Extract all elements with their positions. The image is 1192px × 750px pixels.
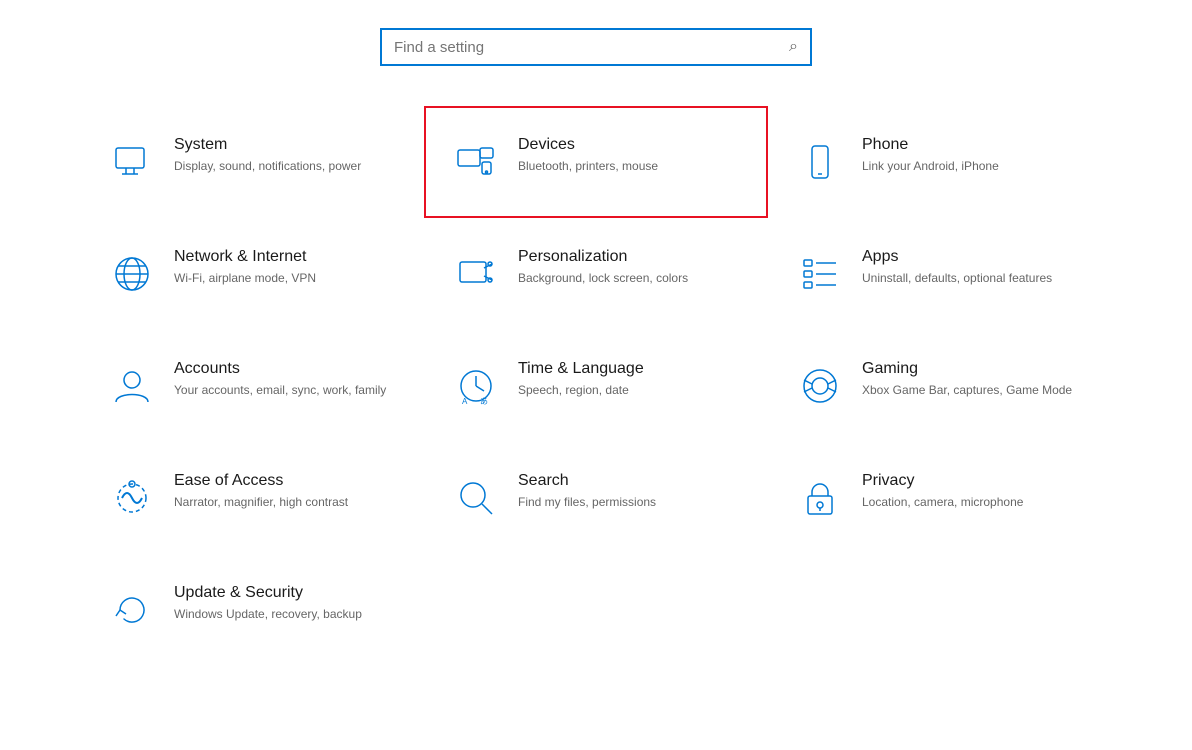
setting-text-search: Search Find my files, permissions — [518, 472, 656, 511]
setting-item-ease[interactable]: Ease of Access Narrator, magnifier, high… — [80, 442, 424, 554]
setting-desc-devices: Bluetooth, printers, mouse — [518, 158, 658, 175]
setting-title-time: Time & Language — [518, 360, 644, 378]
setting-text-ease: Ease of Access Narrator, magnifier, high… — [174, 472, 348, 511]
privacy-icon — [794, 472, 846, 524]
settings-grid: System Display, sound, notifications, po… — [0, 86, 1192, 686]
devices-icon — [450, 136, 502, 188]
setting-text-gaming: Gaming Xbox Game Bar, captures, Game Mod… — [862, 360, 1072, 399]
setting-title-network: Network & Internet — [174, 248, 316, 266]
setting-item-apps[interactable]: Apps Uninstall, defaults, optional featu… — [768, 218, 1112, 330]
setting-title-phone: Phone — [862, 136, 999, 154]
search-container: ⌕ — [0, 0, 1192, 86]
search-icon — [450, 472, 502, 524]
setting-desc-ease: Narrator, magnifier, high contrast — [174, 494, 348, 511]
setting-item-system[interactable]: System Display, sound, notifications, po… — [80, 106, 424, 218]
time-icon: A あ — [450, 360, 502, 412]
setting-text-privacy: Privacy Location, camera, microphone — [862, 472, 1023, 511]
setting-desc-update: Windows Update, recovery, backup — [174, 606, 362, 623]
system-icon — [106, 136, 158, 188]
personalization-icon — [450, 248, 502, 300]
setting-title-ease: Ease of Access — [174, 472, 348, 490]
setting-desc-search: Find my files, permissions — [518, 494, 656, 511]
setting-title-apps: Apps — [862, 248, 1052, 266]
network-icon — [106, 248, 158, 300]
setting-text-system: System Display, sound, notifications, po… — [174, 136, 361, 175]
search-box: ⌕ — [380, 28, 812, 66]
setting-text-network: Network & Internet Wi-Fi, airplane mode,… — [174, 248, 316, 287]
gaming-icon — [794, 360, 846, 412]
setting-desc-network: Wi-Fi, airplane mode, VPN — [174, 270, 316, 287]
setting-text-apps: Apps Uninstall, defaults, optional featu… — [862, 248, 1052, 287]
setting-title-devices: Devices — [518, 136, 658, 154]
setting-title-gaming: Gaming — [862, 360, 1072, 378]
setting-desc-personalization: Background, lock screen, colors — [518, 270, 688, 287]
setting-desc-privacy: Location, camera, microphone — [862, 494, 1023, 511]
setting-item-gaming[interactable]: Gaming Xbox Game Bar, captures, Game Mod… — [768, 330, 1112, 442]
search-input[interactable] — [394, 39, 789, 56]
setting-desc-apps: Uninstall, defaults, optional features — [862, 270, 1052, 287]
setting-title-system: System — [174, 136, 361, 154]
setting-item-devices[interactable]: Devices Bluetooth, printers, mouse — [424, 106, 768, 218]
ease-icon — [106, 472, 158, 524]
accounts-icon — [106, 360, 158, 412]
setting-item-accounts[interactable]: Accounts Your accounts, email, sync, wor… — [80, 330, 424, 442]
setting-text-accounts: Accounts Your accounts, email, sync, wor… — [174, 360, 386, 399]
setting-desc-time: Speech, region, date — [518, 382, 644, 399]
setting-text-phone: Phone Link your Android, iPhone — [862, 136, 999, 175]
setting-item-network[interactable]: Network & Internet Wi-Fi, airplane mode,… — [80, 218, 424, 330]
setting-text-personalization: Personalization Background, lock screen,… — [518, 248, 688, 287]
setting-text-time: Time & Language Speech, region, date — [518, 360, 644, 399]
update-icon — [106, 584, 158, 636]
setting-item-personalization[interactable]: Personalization Background, lock screen,… — [424, 218, 768, 330]
setting-text-update: Update & Security Windows Update, recove… — [174, 584, 362, 623]
setting-desc-accounts: Your accounts, email, sync, work, family — [174, 382, 386, 399]
svg-text:A: A — [462, 397, 468, 406]
setting-title-update: Update & Security — [174, 584, 362, 602]
phone-icon — [794, 136, 846, 188]
svg-text:あ: あ — [480, 397, 488, 406]
setting-item-phone[interactable]: Phone Link your Android, iPhone — [768, 106, 1112, 218]
apps-icon — [794, 248, 846, 300]
setting-title-personalization: Personalization — [518, 248, 688, 266]
setting-desc-system: Display, sound, notifications, power — [174, 158, 361, 175]
setting-text-devices: Devices Bluetooth, printers, mouse — [518, 136, 658, 175]
setting-item-time[interactable]: A あ Time & Language Speech, region, date — [424, 330, 768, 442]
setting-item-privacy[interactable]: Privacy Location, camera, microphone — [768, 442, 1112, 554]
setting-desc-phone: Link your Android, iPhone — [862, 158, 999, 175]
setting-item-update[interactable]: Update & Security Windows Update, recove… — [80, 554, 424, 666]
setting-title-accounts: Accounts — [174, 360, 386, 378]
search-icon: ⌕ — [789, 38, 798, 56]
setting-title-search: Search — [518, 472, 656, 490]
setting-title-privacy: Privacy — [862, 472, 1023, 490]
setting-desc-gaming: Xbox Game Bar, captures, Game Mode — [862, 382, 1072, 399]
setting-item-search[interactable]: Search Find my files, permissions — [424, 442, 768, 554]
